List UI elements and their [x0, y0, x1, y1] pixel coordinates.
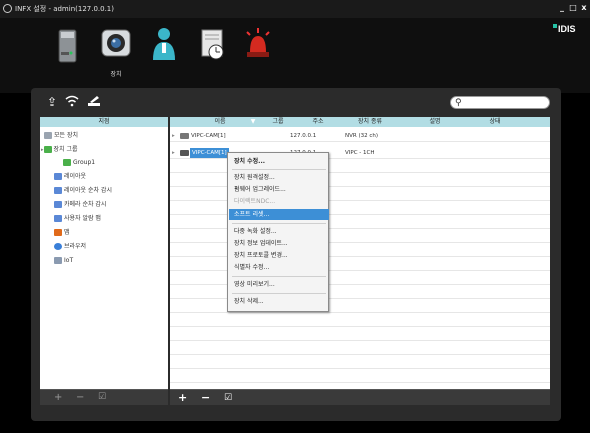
schedule-icon[interactable] [192, 22, 232, 68]
camera-sequence-icon [54, 201, 62, 208]
minimize-button[interactable]: _ [557, 3, 567, 13]
search-input[interactable]: ⚲ [450, 96, 550, 109]
col-address[interactable]: 주소 [298, 117, 338, 127]
map-icon [54, 229, 62, 236]
col-status[interactable]: 상태 [470, 117, 520, 127]
menu-item-edit-identifier[interactable]: 식별자 수정... [229, 262, 329, 273]
maximize-button[interactable]: □ [568, 3, 578, 13]
tree-item-all-devices[interactable]: 모든 장치 [44, 131, 78, 141]
device-list-footer: + − ☑ [170, 389, 550, 405]
search-icon: ⚲ [455, 98, 462, 108]
tree-item-layout[interactable]: 레이아웃 [54, 172, 86, 182]
tree-item-camera-sequence[interactable]: 카메라 순차 감시 [54, 200, 106, 210]
device-type: VIPC - 1CH [345, 150, 375, 156]
user-icon[interactable] [144, 22, 184, 68]
tree-item-layout-sequence[interactable]: 레이아웃 순차 감시 [54, 186, 112, 196]
camera-device-icon [180, 150, 189, 156]
nvr-icon [180, 133, 189, 139]
sort-icon: ▼ [250, 118, 256, 125]
browser-icon [54, 243, 62, 250]
title-bar: INFX 설정 - admin(127.0.0.1) _ □ x [0, 0, 590, 18]
menu-item-multi-record[interactable]: 다중 녹화 설정... [229, 226, 329, 237]
top-nav: IDIS 장치 [0, 18, 590, 93]
tree-pane [40, 117, 168, 389]
tree-item-user-alarm-map[interactable]: 사용자 알람 맵 [54, 214, 101, 224]
context-menu: 장치 수정... 장치 원격설정... 펌웨어 업그레이드... 다이렉트NDC… [227, 152, 329, 312]
menu-item-preview[interactable]: 영상 미리보기... [229, 279, 329, 290]
wifi-icon[interactable] [64, 95, 80, 109]
device-edit-button[interactable]: ☑ [224, 393, 232, 403]
expand-icon[interactable]: ▸ [172, 131, 175, 141]
device-name: VIPC-CAM[1] [190, 148, 229, 158]
expand-icon[interactable]: ▸ [172, 148, 175, 158]
col-type[interactable]: 장치 종류 [340, 117, 400, 127]
device-list-icon [44, 132, 52, 139]
menu-item-edit-device[interactable]: 장치 수정... [229, 156, 329, 167]
layout-sequence-icon [54, 187, 62, 194]
tree-remove-button[interactable]: − [76, 392, 84, 403]
col-description[interactable]: 설명 [410, 117, 460, 127]
device-add-button[interactable]: + [178, 391, 187, 404]
close-button[interactable]: x [579, 3, 589, 13]
alarm-map-icon [54, 215, 62, 222]
edit-icon[interactable] [86, 95, 102, 109]
menu-item-firmware-upgrade[interactable]: 펌웨어 업그레이드... [229, 184, 329, 195]
col-name[interactable]: 이름 [190, 117, 250, 127]
layout-icon [54, 173, 62, 180]
group-icon [63, 159, 71, 166]
iot-icon [54, 257, 62, 264]
device-list-header: 이름 ▼ 그룹 주소 장치 종류 설명 상태 [170, 117, 550, 127]
menu-item-remote-setup[interactable]: 장치 원격설정... [229, 172, 329, 183]
device-name: VIPC-CAM[1] [191, 133, 226, 139]
tree-item-iot[interactable]: IoT [54, 256, 73, 266]
menu-item-delete-device[interactable]: 장치 삭제... [229, 296, 329, 307]
device-remove-button[interactable]: − [201, 391, 210, 404]
group-icon [43, 146, 52, 153]
active-section-label: 장치 [110, 71, 122, 78]
device-address: 127.0.0.1 [290, 133, 317, 139]
col-group[interactable]: 그룹 [258, 117, 298, 127]
server-icon[interactable] [48, 22, 88, 68]
menu-item-update-info[interactable]: 장치 정보 업데이트... [229, 238, 329, 249]
tree-footer: + − ☑ [40, 389, 168, 405]
tree-item-map[interactable]: 맵 [54, 228, 70, 238]
window-title: INFX 설정 - admin(127.0.0.1) [15, 5, 114, 13]
tree-edit-button[interactable]: ☑ [98, 392, 106, 402]
app-icon [3, 4, 12, 13]
tree-item-device-group[interactable]: ▸ 장치 그룹 [41, 145, 78, 155]
device-type: NVR (32 ch) [345, 133, 378, 139]
tree-add-button[interactable]: + [54, 392, 62, 403]
tree-item-group1[interactable]: Group1 [63, 158, 95, 168]
camera-icon[interactable] [96, 22, 136, 68]
alarm-icon[interactable] [238, 22, 278, 68]
menu-item-direct-ndc: 다이렉트NDC... [234, 198, 276, 205]
menu-item-soft-reset[interactable]: 소프트 리셋... [229, 209, 329, 220]
idis-logo: IDIS [553, 24, 576, 34]
menu-item-change-protocol[interactable]: 장치 프로토콜 변경... [229, 250, 329, 261]
tree-header: 지점 [40, 117, 168, 127]
table-row[interactable]: ▸ VIPC-CAM[1] 127.0.0.1 NVR (32 ch) [170, 131, 550, 141]
tree-item-browser[interactable]: 브라우저 [54, 242, 86, 252]
upload-icon[interactable]: ⇪ [44, 95, 60, 109]
